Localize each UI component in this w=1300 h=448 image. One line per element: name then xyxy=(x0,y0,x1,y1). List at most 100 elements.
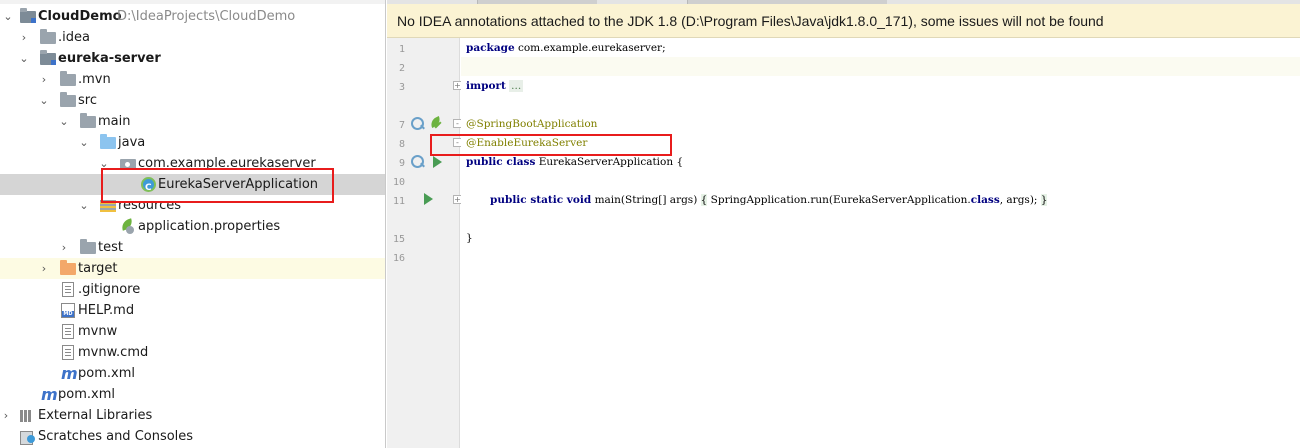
excluded-folder-icon xyxy=(60,260,76,275)
folder-icon xyxy=(80,113,96,128)
folded-imports[interactable]: ... xyxy=(509,80,524,92)
run-icon[interactable] xyxy=(424,193,433,205)
chevron-down-icon[interactable]: ⌄ xyxy=(2,6,14,27)
chevron-right-icon[interactable]: › xyxy=(38,258,50,279)
chevron-down-icon[interactable]: ⌄ xyxy=(58,111,70,132)
chevron-down-icon[interactable]: ⌄ xyxy=(98,153,110,174)
folder-icon xyxy=(60,71,76,86)
tree-item-label: pom.xml xyxy=(78,366,135,381)
line-number: 8 xyxy=(398,139,405,150)
code-line-8: @EnableEurekaServer xyxy=(466,134,587,153)
maven-icon: m xyxy=(61,364,78,383)
notification-banner: No IDEA annotations attached to the JDK … xyxy=(387,4,1300,38)
tree-item-eurekaserverapplication[interactable]: EurekaServerApplication xyxy=(0,174,385,199)
tree-item-label: target xyxy=(78,261,118,276)
project-tree-panel: ⌄ CloudDemo D:\IdeaProjects\CloudDemo › … xyxy=(0,0,386,448)
code-text: , args); xyxy=(999,194,1041,206)
tree-item-help-md[interactable]: MD HELP.md xyxy=(0,300,385,321)
tree-item-label: .idea xyxy=(58,30,90,45)
run-icon[interactable] xyxy=(433,156,442,168)
line-number: 15 xyxy=(392,234,405,245)
markdown-file-icon: MD xyxy=(61,303,75,318)
bean-search-icon[interactable] xyxy=(411,117,424,130)
tree-item-label: Scratches and Consoles xyxy=(38,429,194,444)
resources-folder-icon xyxy=(100,200,116,212)
libraries-icon xyxy=(20,408,34,423)
keyword: import xyxy=(466,80,506,92)
tree-item-label: application.properties xyxy=(138,219,281,234)
tree-item-main[interactable]: ⌄ main xyxy=(0,111,385,132)
tree-item-mvnw-cmd[interactable]: mvnw.cmd xyxy=(0,342,385,363)
code-line-15: } xyxy=(466,229,473,248)
tree-item-label: src xyxy=(78,93,97,108)
code-line-3: import ... xyxy=(466,77,524,96)
tree-item-label: eureka-server xyxy=(58,51,161,66)
scratches-icon xyxy=(20,429,35,445)
tree-item-scratches[interactable]: Scratches and Consoles xyxy=(0,426,385,447)
line-number: 11 xyxy=(392,196,405,207)
editor-gutter: 1 2 3 7 8 9 10 11 15 16 + - - + xyxy=(387,38,462,448)
tree-item-mvn[interactable]: › .mvn xyxy=(0,69,385,90)
chevron-right-icon[interactable]: › xyxy=(58,237,70,258)
tree-item-application-properties[interactable]: application.properties xyxy=(0,216,385,237)
chevron-right-icon[interactable]: › xyxy=(18,27,30,48)
chevron-down-icon[interactable]: ⌄ xyxy=(38,90,50,111)
line-number: 10 xyxy=(392,177,405,188)
text-file-icon xyxy=(62,324,74,339)
spring-bean-icon[interactable] xyxy=(429,116,442,129)
tree-item-gitignore[interactable]: .gitignore xyxy=(0,279,385,300)
folded-brace: } xyxy=(1040,194,1048,206)
package-icon xyxy=(120,159,136,170)
text-file-icon xyxy=(62,345,74,360)
maven-icon: m xyxy=(41,385,58,404)
code-line-11: public static void main(String[] args) {… xyxy=(490,191,1048,210)
code-text: com.example.eurekaserver; xyxy=(514,42,666,54)
code-editor[interactable]: package com.example.eurekaserver; import… xyxy=(461,38,1300,448)
tree-item-label: resources xyxy=(118,198,182,213)
tree-item-label: mvnw xyxy=(78,324,118,339)
chevron-right-icon[interactable]: › xyxy=(38,69,50,90)
chevron-down-icon[interactable]: ⌄ xyxy=(78,195,90,216)
line-number: 1 xyxy=(398,44,405,55)
tree-item-idea[interactable]: › .idea xyxy=(0,27,385,48)
tree-item-label: HELP.md xyxy=(78,303,135,318)
tree-item-label: EurekaServerApplication xyxy=(158,177,319,192)
tree-item-eureka-server[interactable]: ⌄ eureka-server xyxy=(0,48,385,69)
line-number: 7 xyxy=(398,120,405,131)
tree-item-external-libraries[interactable]: › External Libraries xyxy=(0,405,385,426)
code-text: EurekaServerApplication { xyxy=(535,156,684,168)
code-text: } xyxy=(466,232,473,244)
module-folder-icon xyxy=(40,50,56,65)
code-line-7: @SpringBootApplication xyxy=(466,115,597,134)
bean-search-icon[interactable] xyxy=(411,155,424,168)
tree-item-resources[interactable]: ⌄ resources xyxy=(0,195,385,216)
tree-item-label: External Libraries xyxy=(38,408,153,423)
keyword: public class xyxy=(466,156,536,168)
tree-item-label: java xyxy=(118,135,146,150)
tree-item-pom-root[interactable]: m pom.xml xyxy=(0,384,385,405)
tree-item-java[interactable]: ⌄ java xyxy=(0,132,385,153)
tree-item-package[interactable]: ⌄ com.example.eurekaserver xyxy=(0,153,385,174)
line-number: 9 xyxy=(398,158,405,169)
tree-item-target[interactable]: › target xyxy=(0,258,385,279)
tree-item-label: .gitignore xyxy=(78,282,141,297)
code-text: SpringApplication.run(EurekaServerApplic… xyxy=(707,194,971,206)
tree-item-test[interactable]: › test xyxy=(0,237,385,258)
panel-top-strip xyxy=(0,0,385,4)
chevron-down-icon[interactable]: ⌄ xyxy=(78,132,90,153)
tree-item-clouddemo[interactable]: ⌄ CloudDemo D:\IdeaProjects\CloudDemo xyxy=(0,6,385,27)
tree-item-label: pom.xml xyxy=(58,387,115,402)
chevron-right-icon[interactable]: › xyxy=(0,405,12,426)
folder-icon xyxy=(60,92,76,107)
module-folder-icon xyxy=(20,8,36,23)
tree-item-src[interactable]: ⌄ src xyxy=(0,90,385,111)
caret-line-highlight xyxy=(461,57,1300,76)
chevron-down-icon[interactable]: ⌄ xyxy=(18,48,30,69)
tree-item-mvnw[interactable]: mvnw xyxy=(0,321,385,342)
keyword: class xyxy=(970,194,1000,206)
folder-icon xyxy=(40,29,56,44)
spring-boot-class-icon xyxy=(141,177,156,199)
line-number: 2 xyxy=(398,63,405,74)
keyword: package xyxy=(466,42,515,54)
tree-item-pom-module[interactable]: m pom.xml xyxy=(0,363,385,384)
